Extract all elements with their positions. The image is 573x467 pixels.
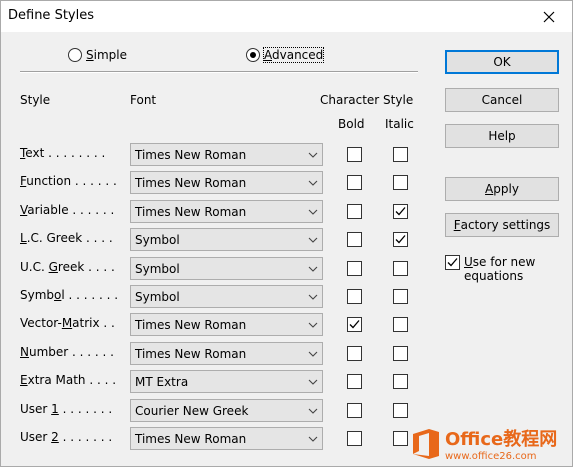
checkmark-icon: [395, 207, 406, 216]
font-select[interactable]: Times New Roman: [130, 200, 323, 223]
factory-settings-button[interactable]: Factory settings: [445, 213, 559, 237]
font-select[interactable]: Times New Roman: [130, 143, 323, 166]
chevron-down-icon: [304, 379, 322, 385]
radio-advanced-label: Advanced: [262, 47, 325, 63]
cancel-button[interactable]: Cancel: [445, 88, 559, 112]
header-bold: Bold: [338, 117, 365, 131]
chevron-down-icon: [304, 408, 322, 414]
font-select[interactable]: Times New Roman: [130, 313, 323, 336]
style-label: Symbol . . . . . . .: [20, 288, 119, 302]
italic-checkbox[interactable]: [393, 289, 408, 304]
italic-checkbox[interactable]: [393, 175, 408, 190]
use-for-new-label: Use for new equations: [464, 255, 536, 283]
font-select-value: Symbol: [135, 289, 180, 304]
chevron-down-icon: [304, 351, 322, 357]
bold-checkbox[interactable]: [347, 289, 362, 304]
separator: [20, 71, 418, 73]
use-for-new-checkbox[interactable]: [445, 255, 460, 270]
chevron-down-icon: [304, 294, 322, 300]
italic-checkbox[interactable]: [393, 232, 408, 247]
bold-checkbox[interactable]: [347, 346, 362, 361]
chevron-down-icon: [304, 209, 322, 215]
style-label: Vector-Matrix . .: [20, 316, 115, 330]
font-select[interactable]: Times New Roman: [130, 171, 323, 194]
style-label: User 1 . . . . . . .: [20, 402, 113, 416]
italic-checkbox[interactable]: [393, 147, 408, 162]
radio-advanced-circle[interactable]: [246, 48, 260, 62]
font-select[interactable]: Times New Roman: [130, 427, 323, 450]
radio-simple-circle[interactable]: [68, 48, 82, 62]
bold-checkbox[interactable]: [347, 204, 362, 219]
font-select-value: Courier New Greek: [135, 403, 249, 418]
bold-checkbox[interactable]: [347, 374, 362, 389]
title-bar: Define Styles: [1, 1, 572, 32]
office-logo-icon: [413, 428, 439, 459]
font-select-value: Symbol: [135, 261, 180, 276]
chevron-down-icon: [304, 266, 322, 272]
style-label: Variable . . . . . .: [20, 203, 115, 217]
bold-checkbox[interactable]: [347, 317, 362, 332]
ok-button[interactable]: OK: [445, 50, 559, 74]
chevron-down-icon: [304, 322, 322, 328]
watermark: Office教程网 www.office26.com: [411, 419, 573, 467]
style-label: Extra Math . . . .: [20, 373, 117, 387]
font-select[interactable]: Symbol: [130, 285, 323, 308]
help-button[interactable]: Help: [445, 124, 559, 148]
checkmark-icon: [395, 235, 406, 244]
italic-checkbox[interactable]: [393, 403, 408, 418]
bold-checkbox[interactable]: [347, 403, 362, 418]
define-styles-dialog: Define Styles Simple Advanced Style Font…: [0, 0, 573, 467]
dialog-title: Define Styles: [8, 8, 94, 23]
font-select[interactable]: Courier New Greek: [130, 399, 323, 422]
bold-checkbox[interactable]: [347, 147, 362, 162]
font-select-value: Times New Roman: [135, 317, 247, 332]
radio-simple[interactable]: Simple: [68, 48, 127, 62]
bold-checkbox[interactable]: [347, 232, 362, 247]
font-select-value: Times New Roman: [135, 431, 247, 446]
watermark-title: Office教程网: [445, 429, 558, 450]
chevron-down-icon: [304, 237, 322, 243]
radio-advanced[interactable]: Advanced: [246, 47, 325, 63]
header-font: Font: [130, 93, 157, 107]
watermark-url: www.office26.com: [445, 451, 537, 462]
close-icon: [543, 11, 555, 22]
font-select-value: Times New Roman: [135, 204, 247, 219]
font-select-value: Symbol: [135, 232, 180, 247]
font-select-value: Times New Roman: [135, 346, 247, 361]
bold-checkbox[interactable]: [347, 431, 362, 446]
font-select-value: Times New Roman: [135, 175, 247, 190]
header-character-style: Character Style: [320, 93, 414, 107]
chevron-down-icon: [304, 436, 322, 442]
italic-checkbox[interactable]: [393, 431, 408, 446]
style-label: User 2 . . . . . . .: [20, 430, 113, 444]
font-select[interactable]: MT Extra: [130, 370, 323, 393]
bold-checkbox[interactable]: [347, 261, 362, 276]
italic-checkbox[interactable]: [393, 346, 408, 361]
style-label: Number . . . . . .: [20, 345, 114, 359]
style-label: U.C. Greek . . . .: [20, 260, 115, 274]
font-select-value: Times New Roman: [135, 147, 247, 162]
italic-checkbox[interactable]: [393, 261, 408, 276]
apply-button[interactable]: Apply: [445, 177, 559, 201]
bold-checkbox[interactable]: [347, 175, 362, 190]
italic-checkbox[interactable]: [393, 204, 408, 219]
close-button[interactable]: [526, 1, 572, 32]
font-select-value: MT Extra: [135, 374, 189, 389]
radio-simple-label: Simple: [86, 48, 127, 62]
use-for-new-equations[interactable]: Use for new equations: [445, 255, 535, 283]
style-label: Text . . . . . . . .: [20, 146, 106, 160]
chevron-down-icon: [304, 152, 322, 158]
style-label: Function . . . . . .: [20, 174, 117, 188]
font-select[interactable]: Symbol: [130, 228, 323, 251]
font-select[interactable]: Times New Roman: [130, 342, 323, 365]
checkmark-icon: [349, 320, 360, 329]
header-style: Style: [20, 93, 51, 107]
style-label: L.C. Greek . . . .: [20, 231, 113, 245]
header-italic: Italic: [385, 117, 414, 131]
italic-checkbox[interactable]: [393, 317, 408, 332]
checkmark-icon: [447, 258, 458, 267]
font-select[interactable]: Symbol: [130, 257, 323, 280]
chevron-down-icon: [304, 180, 322, 186]
italic-checkbox[interactable]: [393, 374, 408, 389]
